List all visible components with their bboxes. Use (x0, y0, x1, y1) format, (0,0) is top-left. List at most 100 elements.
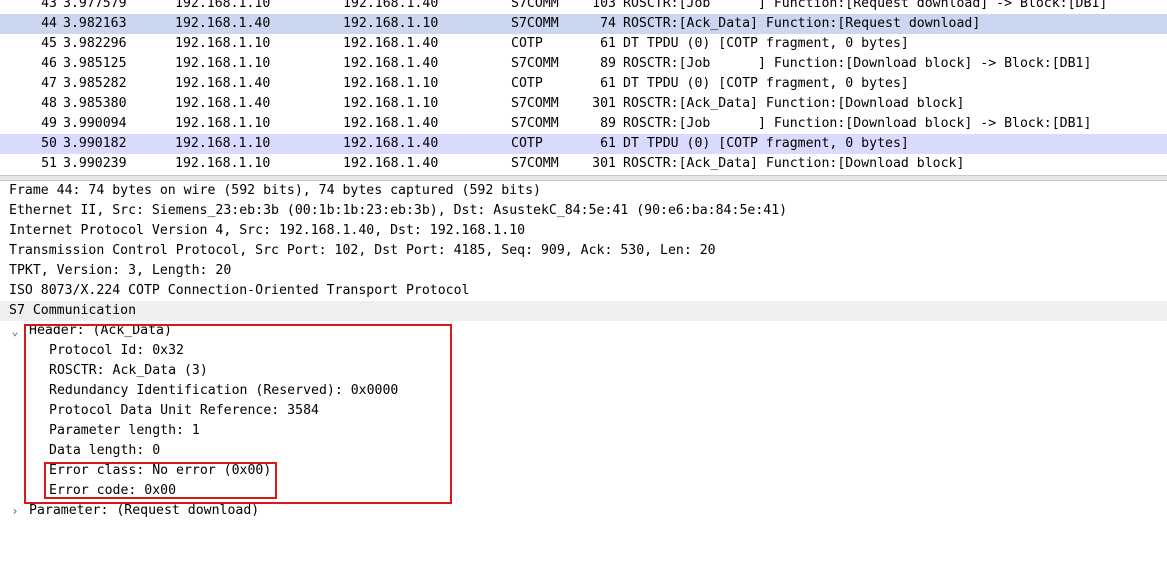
tree-item-data-length[interactable]: Data length: 0 (0, 441, 1167, 461)
packet-time: 3.977579 (63, 0, 127, 11)
packet-number: 43 (41, 0, 57, 11)
chevron-right-icon[interactable]: › (9, 501, 21, 521)
packet-number: 51 (41, 156, 57, 171)
tree-item-label: ISO 8073/X.224 COTP Connection-Oriented … (9, 283, 470, 298)
packet-row[interactable]: 44 3.982163 192.168.1.40 192.168.1.10 S7COMM… (0, 14, 1167, 34)
tree-item-label: Internet Protocol Version 4, Src: 192.16… (9, 223, 526, 238)
tree-item-label: Data length: 0 (49, 443, 161, 458)
packet-number: 50 (41, 136, 57, 151)
packet-row[interactable]: 48 3.985380 192.168.1.40 192.168.1.10 S7COMM… (0, 94, 1167, 114)
packet-source: 192.168.1.10 (175, 116, 271, 131)
packet-number: 45 (41, 36, 57, 51)
packet-row[interactable]: 47 3.985282 192.168.1.40 192.168.1.10 COTP 61… (0, 74, 1167, 94)
packet-protocol: COTP (511, 76, 543, 91)
tree-item-label: S7 Communication (9, 303, 137, 318)
tree-item-label: Parameter length: 1 (49, 423, 200, 438)
packet-length: 301 (592, 156, 616, 171)
packet-number: 49 (41, 116, 57, 131)
packet-info: ROSCTR:[Ack_Data] Function:[Request down… (623, 16, 981, 31)
packet-length: 61 (600, 36, 616, 51)
tree-item-pdu-ref[interactable]: Protocol Data Unit Reference: 3584 (0, 401, 1167, 421)
tree-item-ip[interactable]: Internet Protocol Version 4, Src: 192.16… (0, 221, 1167, 241)
packet-info: ROSCTR:[Job ] Function:[Download block] … (623, 116, 1092, 131)
packet-info: DT TPDU (0) [COTP fragment, 0 bytes] (623, 136, 909, 151)
packet-length: 89 (600, 116, 616, 131)
packet-source: 192.168.1.10 (175, 56, 271, 71)
packet-source: 192.168.1.10 (175, 156, 271, 171)
tree-item-label: Ethernet II, Src: Siemens_23:eb:3b (00:1… (9, 203, 788, 218)
packet-row[interactable]: 50 3.990182 192.168.1.10 192.168.1.40 COTP 61… (0, 134, 1167, 154)
tree-item-protocol-id[interactable]: Protocol Id: 0x32 (0, 341, 1167, 361)
tree-item-tpkt[interactable]: TPKT, Version: 3, Length: 20 (0, 261, 1167, 281)
packet-info: ROSCTR:[Job ] Function:[Request download… (623, 0, 1108, 11)
packet-time: 3.990182 (63, 136, 127, 151)
packet-list[interactable]: 43 3.977579 192.168.1.10 192.168.1.40 S7COMM… (0, 0, 1167, 175)
packet-protocol: S7COMM (511, 96, 559, 111)
tree-item-label: Error code: 0x00 (49, 483, 177, 498)
packet-info: ROSCTR:[Job ] Function:[Download block] … (623, 56, 1092, 71)
packet-length: 61 (600, 76, 616, 91)
tree-item-parameter[interactable]: › Parameter: (Request download) (0, 501, 1167, 521)
packet-time: 3.985380 (63, 96, 127, 111)
tree-item-param-length[interactable]: Parameter length: 1 (0, 421, 1167, 441)
packet-row[interactable]: 49 3.990094 192.168.1.10 192.168.1.40 S7COMM… (0, 114, 1167, 134)
packet-time: 3.982163 (63, 16, 127, 31)
packet-row[interactable]: 43 3.977579 192.168.1.10 192.168.1.40 S7COMM… (0, 0, 1167, 14)
tree-item-cotp[interactable]: ISO 8073/X.224 COTP Connection-Oriented … (0, 281, 1167, 301)
tree-item-label: ROSCTR: Ack_Data (3) (49, 363, 208, 378)
packet-info: DT TPDU (0) [COTP fragment, 0 bytes] (623, 76, 909, 91)
packet-destination: 192.168.1.40 (343, 136, 439, 151)
tree-item-label: Error class: No error (0x00) (49, 463, 272, 478)
packet-rows: 43 3.977579 192.168.1.10 192.168.1.40 S7COMM… (0, 0, 1167, 174)
packet-number: 47 (41, 76, 57, 91)
packet-protocol: S7COMM (511, 156, 559, 171)
packet-time: 3.990239 (63, 156, 127, 171)
tree-item-label: Parameter: (Request download) (29, 503, 260, 518)
packet-length: 89 (600, 56, 616, 71)
tree-item-tcp[interactable]: Transmission Control Protocol, Src Port:… (0, 241, 1167, 261)
packet-row[interactable]: 51 3.990239 192.168.1.10 192.168.1.40 S7COMM… (0, 154, 1167, 174)
packet-row[interactable]: 46 3.985125 192.168.1.10 192.168.1.40 S7COMM… (0, 54, 1167, 74)
tree-item-rosctr[interactable]: ROSCTR: Ack_Data (3) (0, 361, 1167, 381)
tree-item-error-code[interactable]: Error code: 0x00 (0, 481, 1167, 501)
packet-destination: 192.168.1.40 (343, 36, 439, 51)
packet-protocol: COTP (511, 136, 543, 151)
packet-number: 46 (41, 56, 57, 71)
tree-item-s7comm[interactable]: S7 Communication (0, 301, 1167, 321)
packet-number: 44 (41, 16, 57, 31)
packet-destination: 192.168.1.40 (343, 116, 439, 131)
packet-info: ROSCTR:[Ack_Data] Function:[Download blo… (623, 96, 965, 111)
packet-row[interactable]: 45 3.982296 192.168.1.10 192.168.1.40 COTP 61… (0, 34, 1167, 54)
packet-length: 301 (592, 96, 616, 111)
tree-item-label: Redundancy Identification (Reserved): 0x… (49, 383, 399, 398)
packet-protocol: S7COMM (511, 56, 559, 71)
tree-item-header[interactable]: ⌄ Header: (Ack_Data) (0, 321, 1167, 341)
packet-destination: 192.168.1.10 (343, 96, 439, 111)
packet-time: 3.985282 (63, 76, 127, 91)
tree-item-frame[interactable]: Frame 44: 74 bytes on wire (592 bits), 7… (0, 181, 1167, 201)
packet-length: 74 (600, 16, 616, 31)
packet-time: 3.985125 (63, 56, 127, 71)
chevron-down-icon[interactable]: ⌄ (9, 321, 21, 341)
packet-protocol: S7COMM (511, 0, 559, 11)
tree-item-redundancy[interactable]: Redundancy Identification (Reserved): 0x… (0, 381, 1167, 401)
tree-item-label: TPKT, Version: 3, Length: 20 (9, 263, 232, 278)
tree-item-ethernet[interactable]: Ethernet II, Src: Siemens_23:eb:3b (00:1… (0, 201, 1167, 221)
packet-protocol: S7COMM (511, 16, 559, 31)
packet-destination: 192.168.1.40 (343, 0, 439, 11)
tree-item-label: Header: (Ack_Data) (29, 323, 172, 338)
packet-length: 103 (592, 0, 616, 11)
tree-item-error-class[interactable]: Error class: No error (0x00) (0, 461, 1167, 481)
tree-item-label: Transmission Control Protocol, Src Port:… (9, 243, 716, 258)
packet-time: 3.982296 (63, 36, 127, 51)
packet-number: 48 (41, 96, 57, 111)
packet-destination: 192.168.1.10 (343, 16, 439, 31)
packet-destination: 192.168.1.40 (343, 56, 439, 71)
tree-item-label: Protocol Id: 0x32 (49, 343, 184, 358)
packet-source: 192.168.1.10 (175, 36, 271, 51)
tree-item-label: Protocol Data Unit Reference: 3584 (49, 403, 319, 418)
packet-destination: 192.168.1.40 (343, 156, 439, 171)
packet-time: 3.990094 (63, 116, 127, 131)
packet-source: 192.168.1.40 (175, 16, 271, 31)
packet-info: ROSCTR:[Ack_Data] Function:[Download blo… (623, 156, 965, 171)
